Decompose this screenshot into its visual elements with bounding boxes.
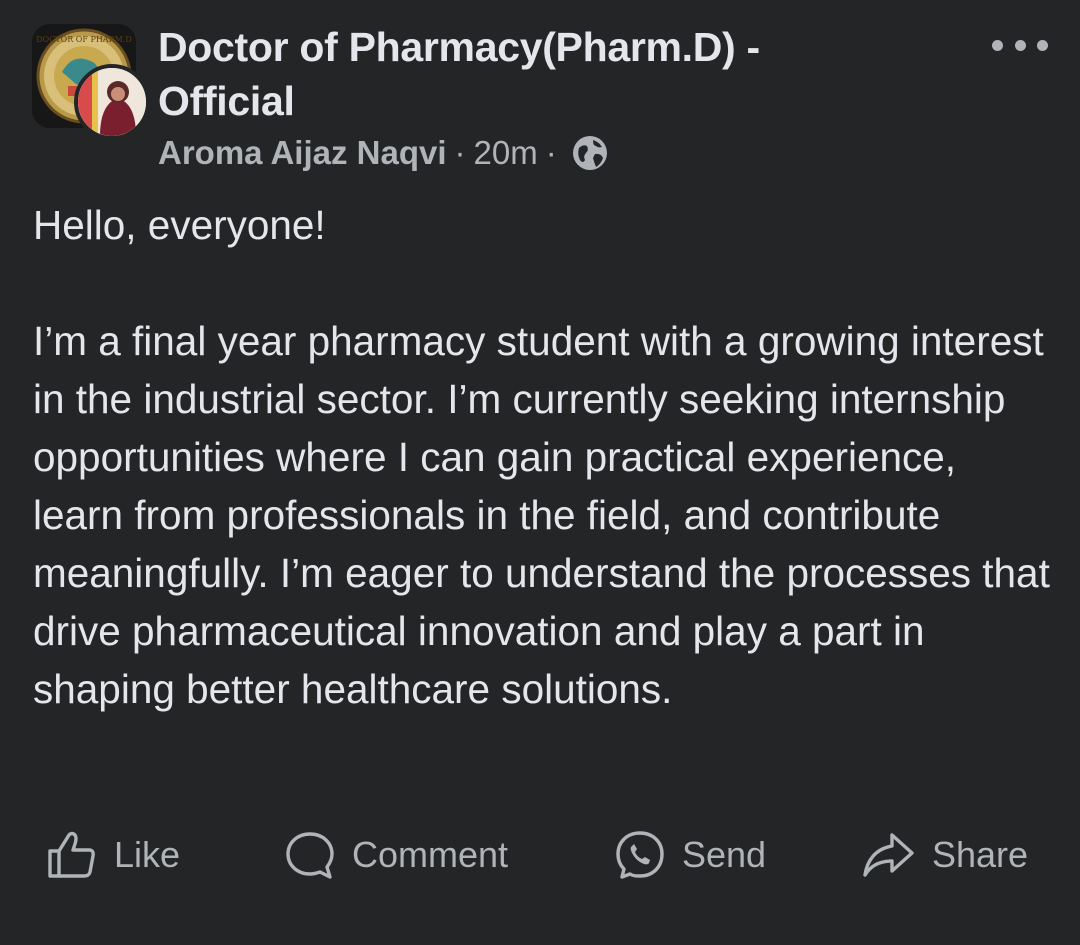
post-timestamp[interactable]: 20m bbox=[474, 134, 538, 172]
send-label: Send bbox=[682, 834, 767, 875]
messenger-icon bbox=[616, 831, 664, 879]
meta-separator: · bbox=[545, 134, 557, 171]
post-paragraph: I’m a final year pharmacy student with a… bbox=[33, 318, 1050, 712]
send-button[interactable]: Send bbox=[614, 820, 766, 890]
action-bar: Like Comment Send Share bbox=[0, 820, 1080, 890]
post-card: DOCTOR OF PHARM.D Doctor of Pharmacy(Pha… bbox=[0, 0, 1080, 945]
post-body: Hello, everyone! I’m a final year pharma… bbox=[33, 196, 1053, 718]
like-label: Like bbox=[114, 834, 181, 875]
globe-icon bbox=[571, 134, 609, 172]
comment-button[interactable]: Comment bbox=[284, 820, 508, 890]
post-header: DOCTOR OF PHARM.D Doctor of Pharmacy(Pha… bbox=[32, 22, 1048, 182]
comment-label: Comment bbox=[352, 834, 509, 875]
share-arrow-icon bbox=[863, 833, 914, 877]
post-paragraph: Hello, everyone! bbox=[33, 202, 326, 248]
author-avatar[interactable] bbox=[74, 64, 150, 140]
thumbs-up-icon bbox=[48, 831, 95, 878]
svg-text:DOCTOR OF PHARM.D: DOCTOR OF PHARM.D bbox=[36, 35, 132, 44]
meta-separator: · bbox=[454, 134, 466, 171]
group-name-link[interactable]: Doctor of Pharmacy(Pharm.D) - Official bbox=[158, 20, 878, 128]
like-button[interactable]: Like bbox=[46, 820, 180, 890]
post-meta: Aroma Aijaz Naqvi · 20m · bbox=[158, 128, 609, 178]
share-button[interactable]: Share bbox=[862, 820, 1028, 890]
share-label: Share bbox=[932, 834, 1029, 875]
author-name-link[interactable]: Aroma Aijaz Naqvi bbox=[158, 134, 447, 172]
comment-bubble-icon bbox=[286, 832, 334, 879]
more-options-icon[interactable] bbox=[992, 30, 1048, 60]
